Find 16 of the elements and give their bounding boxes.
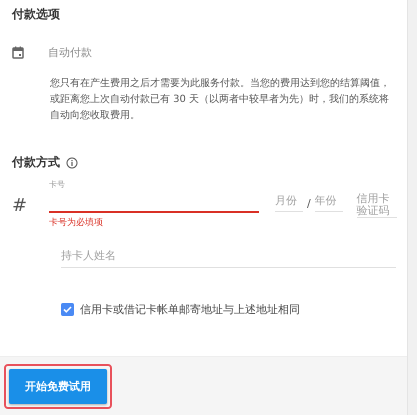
option-label: 自动付款 <box>48 45 92 60</box>
checkbox-label: 信用卡或借记卡帐单邮寄地址与上述地址相同 <box>80 302 300 317</box>
date-separator: / <box>307 197 311 210</box>
year-field[interactable]: 年份 <box>314 189 343 212</box>
error-message: 卡号为必填项 <box>49 216 104 229</box>
month-field[interactable]: 月份 <box>275 189 303 212</box>
card-number-icon: # <box>12 195 49 216</box>
checkbox[interactable] <box>61 303 74 316</box>
section-title: 付款方式 <box>12 154 60 171</box>
calendar-icon <box>12 46 24 59</box>
field-label: 卡号 <box>49 179 66 189</box>
section-title: 付款选项 <box>12 6 61 23</box>
cvc-field[interactable]: 信用卡验证码 <box>356 193 397 218</box>
description: 您只有在产生费用之后才需要为此服务付款。当您的费用达到您的结算阈值，或距离您上次自动付款已有 30 天（以两者中较早者为先）时，我们的系统将自动向您收取费用。 <box>50 76 391 123</box>
start-trial-button[interactable]: 开始免费试用 <box>9 368 107 404</box>
info-icon[interactable] <box>66 156 78 168</box>
